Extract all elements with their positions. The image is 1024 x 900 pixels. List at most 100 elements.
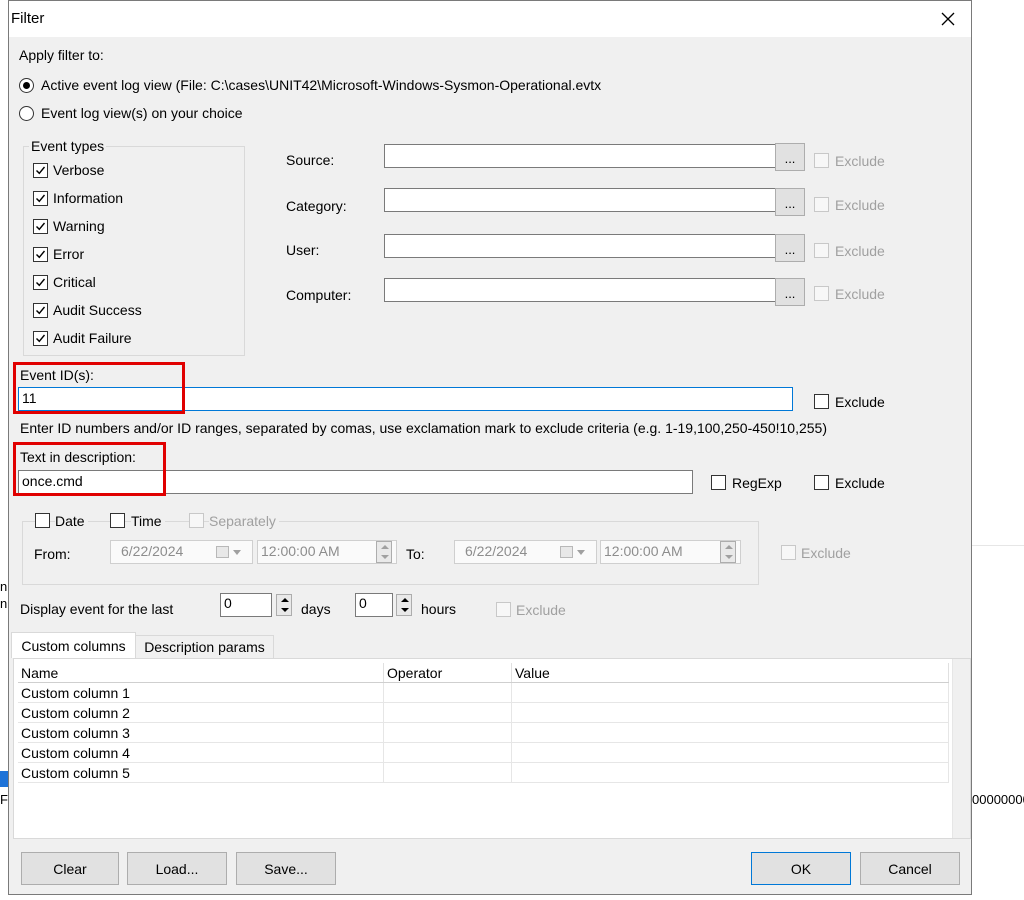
computer-exclude-label: Exclude: [835, 286, 885, 302]
from-calendar-icon[interactable]: [216, 546, 229, 558]
event-type-checkbox[interactable]: [33, 219, 48, 234]
source-input[interactable]: [384, 144, 776, 168]
event-ids-exclude-checkbox[interactable]: [814, 394, 829, 409]
date-label: Date: [55, 513, 88, 529]
cell-value[interactable]: [511, 682, 949, 703]
event-type-checkbox[interactable]: [33, 303, 48, 318]
table-row[interactable]: Custom column 1: [18, 682, 949, 703]
cell-operator[interactable]: [383, 742, 512, 763]
to-calendar-icon[interactable]: [560, 546, 573, 558]
computer-input[interactable]: [384, 278, 776, 302]
radio-active-view-label: Active event log view (File: C:\cases\UN…: [41, 77, 602, 93]
source-browse-button[interactable]: ...: [775, 143, 805, 171]
event-type-label: Error: [53, 246, 85, 262]
clear-button[interactable]: Clear: [21, 852, 119, 885]
radio-active-view[interactable]: [19, 78, 34, 93]
cell-name[interactable]: Custom column 4: [18, 742, 384, 763]
cell-operator[interactable]: [383, 702, 512, 723]
cell-operator[interactable]: [383, 682, 512, 703]
event-type-checkbox[interactable]: [33, 331, 48, 346]
category-input[interactable]: [384, 188, 776, 212]
table-row[interactable]: Custom column 4: [18, 742, 949, 763]
background-text: 00000000: [972, 792, 1024, 807]
event-type-checkbox[interactable]: [33, 247, 48, 262]
text-description-exclude-checkbox[interactable]: [814, 475, 829, 490]
hours-input[interactable]: 0: [355, 593, 393, 617]
title-bar: Filter: [9, 1, 971, 37]
days-spinner[interactable]: [276, 594, 292, 616]
cell-value[interactable]: [511, 702, 949, 723]
table-row[interactable]: Custom column 5: [18, 762, 949, 783]
source-exclude-checkbox[interactable]: [814, 153, 829, 168]
column-header-value[interactable]: Value: [511, 663, 949, 683]
user-browse-button[interactable]: ...: [775, 234, 805, 262]
user-exclude-label: Exclude: [835, 243, 885, 259]
column-header-name[interactable]: Name: [18, 663, 384, 683]
cell-operator[interactable]: [383, 722, 512, 743]
cell-name[interactable]: Custom column 3: [18, 722, 384, 743]
cell-operator[interactable]: [383, 762, 512, 783]
table-header-row: Name Operator Value: [18, 663, 949, 683]
regexp-checkbox[interactable]: [711, 475, 726, 490]
event-ids-exclude-label: Exclude: [835, 394, 885, 410]
to-label: To:: [406, 546, 425, 562]
user-exclude-checkbox[interactable]: [814, 243, 829, 258]
load-button[interactable]: Load...: [127, 852, 227, 885]
event-type-checkbox[interactable]: [33, 191, 48, 206]
from-time-spinner[interactable]: [376, 541, 392, 563]
cell-value[interactable]: [511, 722, 949, 743]
separately-checkbox[interactable]: [189, 513, 204, 528]
event-type-label: Audit Success: [53, 302, 142, 318]
save-button[interactable]: Save...: [236, 852, 336, 885]
source-exclude-label: Exclude: [835, 153, 885, 169]
days-input[interactable]: 0: [220, 593, 272, 617]
column-header-operator[interactable]: Operator: [383, 663, 512, 683]
tab-custom-columns[interactable]: Custom columns: [11, 632, 136, 658]
filter-dialog: Filter Apply filter to: Active event log…: [8, 0, 972, 895]
to-time-spinner[interactable]: [720, 541, 736, 563]
table-row[interactable]: Custom column 3: [18, 722, 949, 743]
event-ids-highlight: [13, 362, 185, 414]
category-browse-button[interactable]: ...: [775, 188, 805, 216]
background-divider: [972, 545, 1024, 546]
cancel-button[interactable]: Cancel: [860, 852, 960, 885]
user-input[interactable]: [384, 234, 776, 258]
last-label: Display event for the last: [20, 601, 174, 617]
table-row[interactable]: Custom column 2: [18, 702, 949, 723]
apply-filter-label: Apply filter to:: [19, 47, 104, 63]
cell-value[interactable]: [511, 762, 949, 783]
close-button[interactable]: [925, 1, 971, 37]
date-exclude-checkbox[interactable]: [781, 545, 796, 560]
table-scrollbar[interactable]: [952, 659, 970, 838]
event-type-checkbox[interactable]: [33, 163, 48, 178]
last-exclude-checkbox[interactable]: [496, 602, 511, 617]
event-ids-hint: Enter ID numbers and/or ID ranges, separ…: [20, 420, 827, 436]
hours-spinner[interactable]: [396, 594, 412, 616]
event-type-label: Information: [53, 190, 124, 206]
computer-label: Computer:: [286, 287, 352, 303]
cell-name[interactable]: Custom column 5: [18, 762, 384, 783]
cell-value[interactable]: [511, 742, 949, 763]
event-type-label: Warning: [53, 218, 105, 234]
tab-description-params-label: Description params: [144, 639, 265, 655]
to-date-value: 6/22/2024: [465, 543, 528, 559]
time-checkbox[interactable]: [110, 513, 125, 528]
event-type-checkbox[interactable]: [33, 275, 48, 290]
radio-choice-view[interactable]: [19, 106, 34, 121]
computer-exclude-checkbox[interactable]: [814, 286, 829, 301]
to-date-picker[interactable]: 6/22/2024: [454, 540, 597, 564]
computer-browse-button[interactable]: ...: [775, 278, 805, 306]
event-types-legend: Event types: [29, 138, 107, 154]
tab-description-params[interactable]: Description params: [135, 635, 274, 659]
event-type-label: Verbose: [53, 162, 105, 178]
date-checkbox[interactable]: [35, 513, 50, 528]
category-exclude-checkbox[interactable]: [814, 197, 829, 212]
cell-name[interactable]: Custom column 1: [18, 682, 384, 703]
from-date-picker[interactable]: 6/22/2024: [110, 540, 253, 564]
event-type-label: Critical: [53, 274, 96, 290]
ok-button[interactable]: OK: [751, 852, 851, 885]
cell-name[interactable]: Custom column 2: [18, 702, 384, 723]
custom-columns-table: Name Operator Value Custom column 1 Custo…: [18, 663, 949, 783]
custom-columns-panel: Name Operator Value Custom column 1 Custo…: [13, 658, 971, 839]
from-date-dropdown-icon: [233, 550, 241, 555]
